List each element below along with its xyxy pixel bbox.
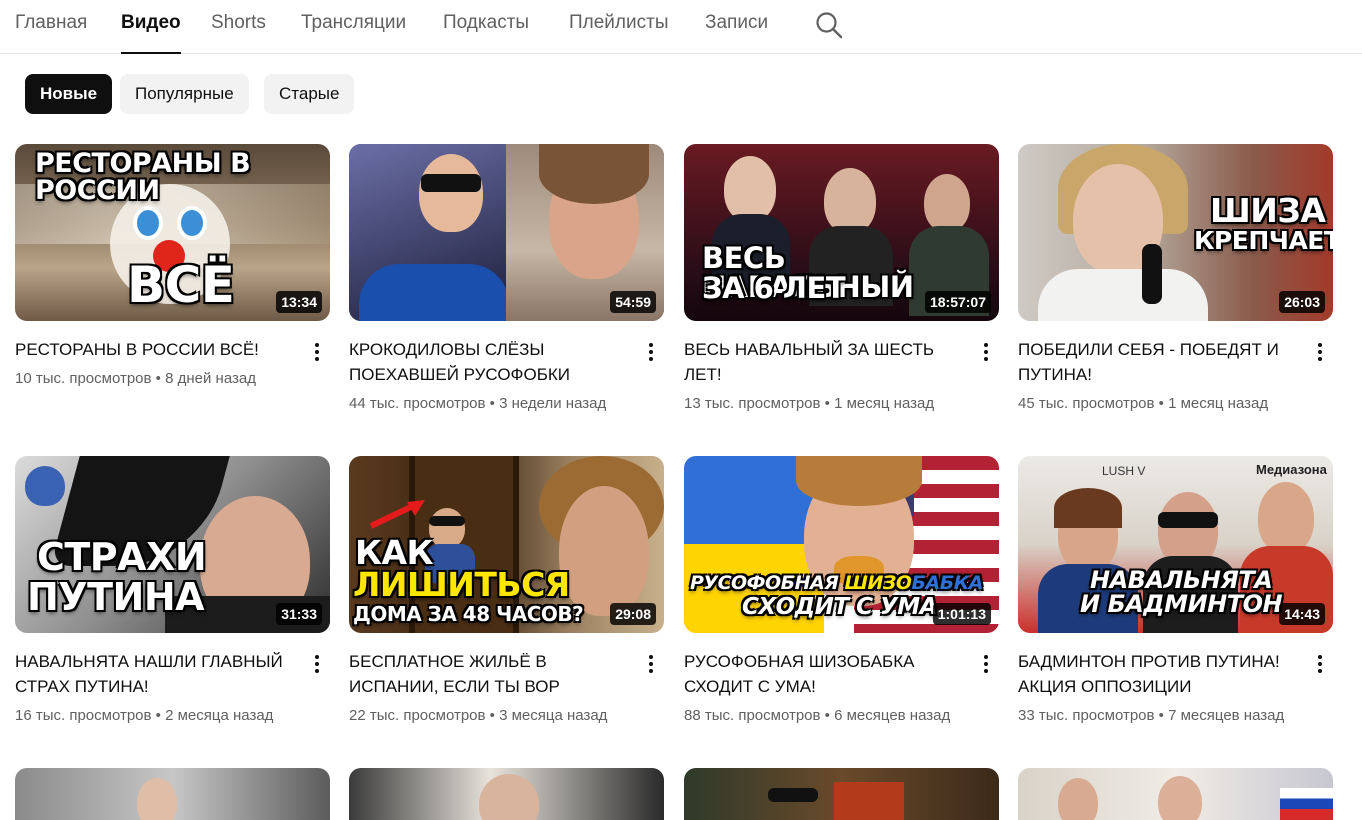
duration-badge: 1:01:13: [932, 603, 991, 625]
video-meta: 44 тыс. просмотров • 3 недели назад: [349, 395, 607, 412]
video-thumbnail[interactable]: ШИЗА КРЕПЧАЕТ 26:03: [1018, 144, 1333, 321]
channel-tabs: Главная Видео Shorts Трансляции Подкасты…: [0, 0, 1362, 54]
video-thumbnail[interactable]: LUSH V Медиазона НАВАЛЬНЯТА И БАДМИНТОН …: [1018, 456, 1333, 633]
video-meta: 45 тыс. просмотров • 1 месяц назад: [1018, 395, 1269, 412]
active-tab-underline: [121, 52, 181, 54]
video-card: КАК ЛИШИТЬСЯ ДОМА ЗА 48 ЧАСОВ? 29:08 БЕС…: [349, 456, 664, 724]
thumbnail-caption: РЕСТОРАНЫ В РОССИИ: [35, 148, 251, 206]
video-thumbnail[interactable]: РУСОФОБНАЯ ШИЗОБАБКА СХОДИТ С УМА 1:01:1…: [684, 456, 999, 633]
video-thumbnail[interactable]: РЕСТОРАНЫ В РОССИИ ВСЁ 13:34: [15, 144, 330, 321]
thumbnail-caption: СХОДИТ С УМА: [742, 594, 937, 620]
thumbnail-caption: ЗА 6 ЛЕТ: [702, 271, 846, 305]
video-meta: 88 тыс. просмотров • 6 месяцев назад: [684, 707, 951, 724]
video-card: РЕСТОРАНЫ В РОССИИ ВСЁ 13:34 РЕСТОРАНЫ В…: [15, 144, 330, 387]
video-meta: 16 тыс. просмотров • 2 месяца назад: [15, 707, 274, 724]
video-thumbnail[interactable]: [1018, 768, 1333, 820]
duration-badge: 29:08: [610, 603, 656, 625]
video-card: СТРАХИ ПУТИНА 31:33 НАВАЛЬНЯТА НАШЛИ ГЛА…: [15, 456, 330, 724]
video-title[interactable]: НАВАЛЬНЯТА НАШЛИ ГЛАВНЫЙ СТРАХ ПУТИНА! 1…: [15, 649, 293, 728]
more-vert-icon[interactable]: [1311, 340, 1329, 364]
chip-newest[interactable]: Новые: [25, 74, 113, 114]
video-meta: 33 тыс. просмотров • 7 месяцев назад: [1018, 707, 1285, 724]
more-vert-icon[interactable]: [642, 340, 660, 364]
video-title[interactable]: БАДМИНТОН ПРОТИВ ПУТИНА! АКЦИЯ ОППОЗИЦИИ…: [1018, 649, 1296, 728]
video-title[interactable]: РУСОФОБНАЯ ШИЗОБАБКА СХОДИТ С УМА! 88 ты…: [684, 649, 962, 728]
red-arrow-icon: [369, 500, 425, 529]
video-thumbnail[interactable]: [15, 768, 330, 820]
video-thumbnail[interactable]: КАК ЛИШИТЬСЯ ДОМА ЗА 48 ЧАСОВ? 29:08: [349, 456, 664, 633]
thumbnail-caption: ВСЁ: [127, 256, 235, 314]
thumbnail-caption: ШИЗА: [1210, 191, 1326, 230]
thumbnail-caption: КРЕПЧАЕТ: [1194, 226, 1333, 255]
video-title-text: РЕСТОРАНЫ В РОССИИ ВСЁ!: [15, 340, 259, 359]
more-vert-icon[interactable]: [642, 652, 660, 676]
video-title[interactable]: БЕСПЛАТНОЕ ЖИЛЬЁ В ИСПАНИИ, ЕСЛИ ТЫ ВОР …: [349, 649, 627, 728]
thumbnail-caption: НАВАЛЬНЯТА: [1090, 566, 1273, 594]
video-meta: 13 тыс. просмотров • 1 месяц назад: [684, 395, 935, 412]
video-title[interactable]: РЕСТОРАНЫ В РОССИИ ВСЁ! 10 тыс. просмотр…: [15, 337, 293, 391]
duration-badge: 26:03: [1279, 291, 1325, 313]
search-icon[interactable]: [814, 10, 844, 40]
video-title-text: БЕСПЛАТНОЕ ЖИЛЬЁ В ИСПАНИИ, ЕСЛИ ТЫ ВОР: [349, 652, 560, 696]
video-title-text: БАДМИНТОН ПРОТИВ ПУТИНА! АКЦИЯ ОППОЗИЦИИ: [1018, 652, 1280, 696]
tab-podcasts[interactable]: Подкасты: [443, 12, 529, 54]
tab-videos-label: Видео: [121, 12, 181, 33]
thumbnail-caption: И БАДМИНТОН: [1080, 590, 1283, 618]
thumbnail-logo-text: LUSH V: [1102, 464, 1146, 478]
tab-playlists[interactable]: Плейлисты: [569, 12, 668, 54]
video-title[interactable]: КРОКОДИЛОВЫ СЛЁЗЫ ПОЕХАВШЕЙ РУСОФОБКИ 44…: [349, 337, 627, 416]
video-title-text: КРОКОДИЛОВЫ СЛЁЗЫ ПОЕХАВШЕЙ РУСОФОБКИ: [349, 340, 570, 384]
tab-home[interactable]: Главная: [15, 12, 87, 54]
video-card: LUSH V Медиазона НАВАЛЬНЯТА И БАДМИНТОН …: [1018, 456, 1333, 724]
chip-oldest[interactable]: Старые: [264, 74, 355, 114]
video-title-text: ВЕСЬ НАВАЛЬНЫЙ ЗА ШЕСТЬ ЛЕТ!: [684, 340, 935, 384]
video-meta: 10 тыс. просмотров • 8 дней назад: [15, 370, 256, 387]
video-title-text: ПОБЕДИЛИ СЕБЯ - ПОБЕДЯТ И ПУТИНА!: [1018, 340, 1279, 384]
more-vert-icon[interactable]: [977, 652, 995, 676]
duration-badge: 54:59: [610, 291, 656, 313]
video-title-text: НАВАЛЬНЯТА НАШЛИ ГЛАВНЫЙ СТРАХ ПУТИНА!: [15, 652, 283, 696]
more-vert-icon[interactable]: [977, 340, 995, 364]
tab-videos[interactable]: Видео: [121, 12, 181, 54]
more-vert-icon[interactable]: [308, 340, 326, 364]
more-vert-icon[interactable]: [1311, 652, 1329, 676]
thumbnail-caption: ЛИШИТЬСЯ: [353, 565, 570, 604]
video-thumbnail[interactable]: [349, 768, 664, 820]
video-card: РУСОФОБНАЯ ШИЗОБАБКА СХОДИТ С УМА 1:01:1…: [684, 456, 999, 724]
thumbnail-caption: ПУТИНА: [27, 575, 205, 619]
thumbnail-logo-text: Медиазона: [1256, 462, 1327, 477]
tab-live[interactable]: Трансляции: [301, 12, 406, 54]
tab-posts[interactable]: Записи: [705, 12, 768, 54]
video-title[interactable]: ПОБЕДИЛИ СЕБЯ - ПОБЕДЯТ И ПУТИНА! 45 тыс…: [1018, 337, 1296, 416]
thumbnail-caption: ДОМА ЗА 48 ЧАСОВ?: [353, 602, 584, 626]
thumbnail-caption: РУСОФОБНАЯ ШИЗОБАБКА: [690, 572, 983, 594]
video-thumbnail[interactable]: [684, 768, 999, 820]
video-thumbnail[interactable]: 54:59: [349, 144, 664, 321]
video-title[interactable]: ВЕСЬ НАВАЛЬНЫЙ ЗА ШЕСТЬ ЛЕТ! 13 тыс. про…: [684, 337, 962, 416]
chip-popular[interactable]: Популярные: [120, 74, 249, 114]
video-title-text: РУСОФОБНАЯ ШИЗОБАБКА СХОДИТ С УМА!: [684, 652, 915, 696]
duration-badge: 31:33: [276, 603, 322, 625]
video-meta: 22 тыс. просмотров • 3 месяца назад: [349, 707, 608, 724]
thumbnail-caption: СТРАХИ: [37, 535, 207, 579]
microphone-icon: [1142, 244, 1162, 304]
duration-badge: 14:43: [1279, 603, 1325, 625]
duration-badge: 18:57:07: [924, 291, 991, 313]
tab-shorts[interactable]: Shorts: [211, 12, 266, 54]
video-thumbnail[interactable]: ВЕСЬ НАВАЛЬНЫЙ ЗА 6 ЛЕТ 18:57:07: [684, 144, 999, 321]
video-card: ШИЗА КРЕПЧАЕТ 26:03 ПОБЕДИЛИ СЕБЯ - ПОБЕ…: [1018, 144, 1333, 412]
duration-badge: 13:34: [276, 291, 322, 313]
video-thumbnail[interactable]: СТРАХИ ПУТИНА 31:33: [15, 456, 330, 633]
video-card: ВЕСЬ НАВАЛЬНЫЙ ЗА 6 ЛЕТ 18:57:07 ВЕСЬ НА…: [684, 144, 999, 412]
video-card: 54:59 КРОКОДИЛОВЫ СЛЁЗЫ ПОЕХАВШЕЙ РУСОФО…: [349, 144, 664, 412]
more-vert-icon[interactable]: [308, 652, 326, 676]
